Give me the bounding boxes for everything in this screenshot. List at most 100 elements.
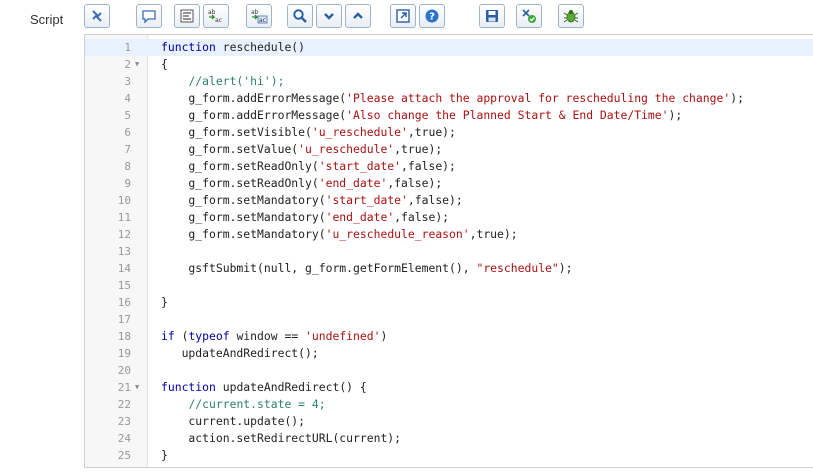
fullscreen-button[interactable] <box>390 4 416 28</box>
code-string: 'u_reschedule_reason' <box>325 227 470 241</box>
code-text: g_form.setMandatory('end_date',false); <box>161 209 449 226</box>
code-token: window == <box>229 329 306 343</box>
code-token: g_form.setMandatory( <box>161 210 326 224</box>
code-line[interactable]: 15 <box>85 277 813 294</box>
svg-text:?: ? <box>429 12 435 23</box>
code-line[interactable]: 25} <box>85 447 813 464</box>
code-token: g_form.setReadOnly( <box>161 159 319 173</box>
code-line[interactable]: 9 g_form.setReadOnly('end_date',false); <box>85 175 813 192</box>
replace-all-button[interactable]: ab ac <box>246 4 272 28</box>
format-icon <box>179 8 195 24</box>
code-line[interactable]: 5 g_form.addErrorMessage('Also change th… <box>85 107 813 124</box>
code-token: { <box>161 57 168 71</box>
code-string: 'u_reschedule' <box>298 142 395 156</box>
code-line[interactable]: 7 g_form.setValue('u_reschedule',true); <box>85 141 813 158</box>
code-text: g_form.addErrorMessage('Also change the … <box>161 107 682 124</box>
svg-text:ab: ab <box>251 9 259 16</box>
code-token: ); <box>668 108 683 122</box>
expand-icon <box>395 8 411 24</box>
script-check-button[interactable] <box>516 4 542 28</box>
code-token: g_form.setMandatory( <box>161 193 326 207</box>
find-next-button[interactable] <box>316 4 342 28</box>
code-line[interactable]: 14 gsftSubmit(null, g_form.getFormElemen… <box>85 260 813 277</box>
code-token: gsftSubmit(null, g_form.getFormElement()… <box>161 261 477 275</box>
help-icon: ? <box>424 8 440 24</box>
code-text: g_form.setReadOnly('end_date',false); <box>161 175 442 192</box>
code-token: reschedule() <box>215 40 306 54</box>
line-number: 15 <box>117 279 131 292</box>
line-number: 5 <box>124 109 131 122</box>
code-text: current.update(); <box>161 413 305 430</box>
toggle-syntax-button[interactable] <box>84 4 110 28</box>
code-line[interactable]: 18 if (typeof window == 'undefined') <box>85 328 813 345</box>
line-number: 25 <box>117 449 131 462</box>
line-number: 4 <box>124 92 131 105</box>
code-keyword: typeof <box>188 329 230 343</box>
code-line[interactable]: 17 <box>85 311 813 328</box>
code-token: } <box>161 448 168 462</box>
fold-toggle-icon[interactable]: ▼ <box>135 56 145 73</box>
code-token: ,true); <box>469 227 518 241</box>
code-token: ,false); <box>387 176 443 190</box>
code-comment: //alert('hi'); <box>188 74 285 88</box>
save-icon <box>484 8 500 24</box>
code-line[interactable]: 2 ▼ { <box>85 56 813 73</box>
code-line[interactable]: 8 g_form.setReadOnly('start_date',false)… <box>85 158 813 175</box>
code-comment: //current.state = 4; <box>188 397 326 411</box>
code-line[interactable]: 10 g_form.setMandatory('start_date',fals… <box>85 192 813 209</box>
code-line[interactable]: 3 //alert('hi'); <box>85 73 813 90</box>
replace-icon: ab ac <box>207 8 225 24</box>
debug-button[interactable] <box>558 4 584 28</box>
search-button[interactable] <box>287 4 313 28</box>
help-button[interactable]: ? <box>419 4 445 28</box>
code-line[interactable]: 19 updateAndRedirect(); <box>85 345 813 362</box>
line-number: 1 <box>124 41 131 54</box>
line-number: 6 <box>124 126 131 139</box>
code-text: updateAndRedirect(); <box>161 345 319 362</box>
search-icon <box>292 8 308 24</box>
script-field-label: Script <box>30 12 64 27</box>
svg-text:ab: ab <box>208 9 216 16</box>
code-line[interactable]: 11 g_form.setMandatory('end_date',false)… <box>85 209 813 226</box>
code-line[interactable]: 12 g_form.setMandatory('u_reschedule_rea… <box>85 226 813 243</box>
save-button[interactable] <box>479 4 505 28</box>
code-token: ); <box>730 91 744 105</box>
code-line[interactable]: 13 <box>85 243 813 260</box>
line-number: 8 <box>124 160 131 173</box>
code-line[interactable]: 22 //current.state = 4; <box>85 396 813 413</box>
script-code-editor[interactable]: 1 function reschedule() 2 ▼ {3 //alert('hi')… <box>84 34 813 468</box>
code-line[interactable]: 16} <box>85 294 813 311</box>
code-token: ,false); <box>407 193 463 207</box>
line-number: 13 <box>117 245 131 258</box>
code-string: 'end_date' <box>318 176 388 190</box>
code-line[interactable]: 23 current.update(); <box>85 413 813 430</box>
code-token: ,false); <box>401 159 456 173</box>
line-number: 19 <box>117 347 131 360</box>
line-number: 7 <box>124 143 131 156</box>
code-token: ) <box>380 329 388 343</box>
line-number: 20 <box>117 364 131 377</box>
code-line[interactable]: 1 function reschedule() <box>85 39 813 56</box>
script-check-icon <box>520 8 538 24</box>
code-token: ,false); <box>394 210 450 224</box>
code-lines: 1 function reschedule() 2 ▼ {3 //alert('hi')… <box>85 39 813 464</box>
toggle-comment-button[interactable] <box>136 4 162 28</box>
code-text: gsftSubmit(null, g_form.getFormElement()… <box>161 260 572 277</box>
code-text: g_form.addErrorMessage('Please attach th… <box>161 90 744 107</box>
find-previous-button[interactable] <box>345 4 371 28</box>
code-line[interactable]: 4 g_form.addErrorMessage('Please attach … <box>85 90 813 107</box>
code-line[interactable]: 21 ▼ function updateAndRedirect() { <box>85 379 813 396</box>
code-string: 'Please attach the approval for reschedu… <box>346 91 731 105</box>
code-line[interactable]: 20 <box>85 362 813 379</box>
replace-button[interactable]: ab ac <box>203 4 229 28</box>
fold-toggle-icon[interactable]: ▼ <box>135 379 145 396</box>
code-text: if (typeof window == 'undefined') <box>161 328 387 345</box>
code-token: } <box>161 295 168 309</box>
code-line[interactable]: 6 g_form.setVisible('u_reschedule',true)… <box>85 124 813 141</box>
line-number: 3 <box>124 75 131 88</box>
format-code-button[interactable] <box>174 4 200 28</box>
code-token: updateAndRedirect() { <box>215 380 367 394</box>
line-number: 22 <box>117 398 131 411</box>
chevron-up-icon <box>351 9 365 23</box>
code-line[interactable]: 24 action.setRedirectURL(current); <box>85 430 813 447</box>
